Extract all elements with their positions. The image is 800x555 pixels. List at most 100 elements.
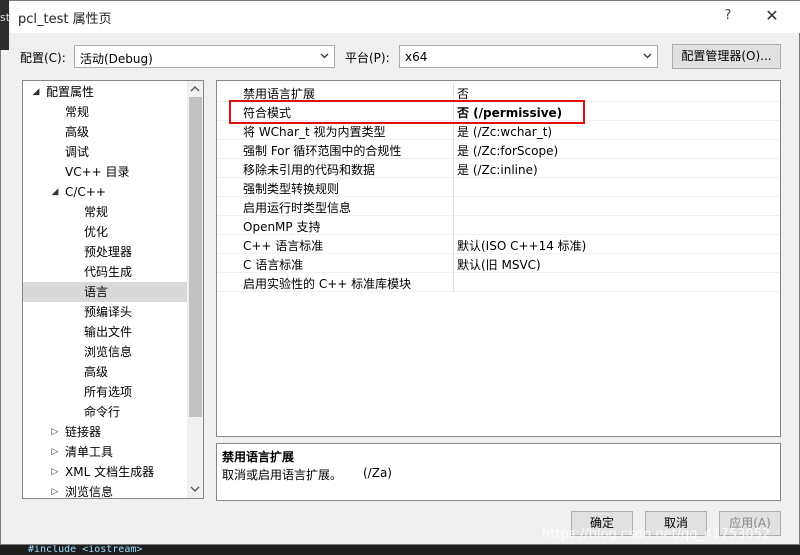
platform-label: 平台(P):	[345, 51, 390, 65]
property-name: C 语言标准	[243, 258, 304, 272]
collapsed-toggle-icon[interactable]: ▷	[49, 462, 61, 482]
tree-item[interactable]: 预处理器	[23, 242, 187, 262]
property-row[interactable]: C 语言标准 默认(旧 MSVC)	[217, 254, 780, 273]
tree-item-label: 调试	[65, 145, 90, 159]
tree-item-label: 预处理器	[84, 245, 133, 259]
property-value[interactable]: 默认(旧 MSVC)	[457, 256, 541, 273]
column-divider	[453, 273, 454, 292]
description-text: 取消或启用语言扩展。	[222, 468, 343, 482]
background-code-line: #include <iostream>	[0, 545, 800, 555]
config-manager-button[interactable]: 配置管理器(O)...	[672, 44, 781, 69]
tree-item-label: VC++ 目录	[65, 165, 130, 179]
description-panel: 禁用语言扩展 取消或启用语言扩展。 (/Za)	[216, 443, 781, 501]
row-divider	[217, 291, 780, 292]
tree-item[interactable]: 预编译头	[23, 302, 187, 322]
property-grid: 禁用语言扩展否符合模式否 (/permissive) 将 WChar_t 视为内置…	[216, 80, 781, 437]
tree-item-label: 命令行	[84, 405, 121, 419]
tree-item-label: C/C++	[65, 185, 106, 199]
property-row[interactable]: 启用实验性的 C++ 标准库模块	[217, 273, 780, 292]
window-title: pcl_test 属性页	[18, 12, 112, 27]
tree-item-label: 高级	[65, 125, 90, 139]
column-divider	[453, 254, 454, 273]
tree-item[interactable]: 命令行	[23, 402, 187, 422]
expanded-toggle-icon[interactable]: ◢	[30, 82, 42, 102]
config-dropdown[interactable]: 活动(Debug)	[74, 45, 335, 68]
property-row[interactable]: 强制 For 循环范围中的合规性 是 (/Zc:forScope)	[217, 140, 780, 159]
scroll-up-icon[interactable]	[190, 85, 200, 93]
column-divider	[453, 197, 454, 216]
property-row[interactable]: 移除未引用的代码和数据 是 (/Zc:inline)	[217, 159, 780, 178]
property-value[interactable]: 默认(ISO C++14 标准)	[457, 237, 586, 254]
property-name: 启用运行时类型信息	[243, 201, 352, 215]
column-divider	[453, 235, 454, 254]
tree-item[interactable]: 常规	[23, 202, 187, 222]
tree-item[interactable]: VC++ 目录	[23, 162, 187, 182]
watermark: https://blog.csdn.net/qq_41753052	[542, 527, 771, 542]
tree-item[interactable]: ▷ 链接器	[23, 422, 187, 442]
tree-item[interactable]: ◢ 配置属性	[23, 82, 187, 102]
tree-item[interactable]: ▷ 清单工具	[23, 442, 187, 462]
column-divider	[453, 159, 454, 178]
property-tree: ◢ 配置属性 常规 高级 调试 VC++ 目录 ◢ C/C++ 常规 优化 预处理器 代码生成 语言 预编…	[22, 80, 204, 499]
close-button[interactable]: ✕	[760, 6, 784, 26]
property-row[interactable]: 启用运行时类型信息	[217, 197, 780, 216]
tree-item[interactable]: 高级	[23, 122, 187, 142]
property-name: 移除未引用的代码和数据	[243, 163, 376, 177]
tree-item[interactable]: 调试	[23, 142, 187, 162]
tree-item[interactable]: ▷ XML 文档生成器	[23, 462, 187, 482]
property-name: OpenMP 支持	[243, 220, 321, 234]
tree-item[interactable]: ▷ 浏览信息	[23, 482, 187, 499]
property-name: C++ 语言标准	[243, 239, 324, 253]
property-row[interactable]: OpenMP 支持	[217, 216, 780, 235]
background-editor-edge: st	[0, 0, 9, 50]
property-value[interactable]: 是 (/Zc:inline)	[457, 161, 538, 178]
tree-item-label: 常规	[65, 105, 90, 119]
edge-text: st	[0, 11, 9, 24]
property-name: 强制 For 循环范围中的合规性	[243, 144, 402, 158]
expanded-toggle-icon[interactable]: ◢	[49, 182, 61, 202]
help-button[interactable]: ?	[718, 6, 738, 26]
tree-item[interactable]: 高级	[23, 362, 187, 382]
tree-item[interactable]: 优化	[23, 222, 187, 242]
tree-item-label: 高级	[84, 365, 109, 379]
tree-item-label: 输出文件	[84, 325, 133, 339]
property-value[interactable]: 是 (/Zc:forScope)	[457, 142, 558, 159]
tree-item[interactable]: 常规	[23, 102, 187, 122]
tree-scroll-thumb[interactable]	[189, 97, 202, 417]
tree-item[interactable]: 浏览信息	[23, 342, 187, 362]
platform-value: x64	[405, 50, 428, 64]
chevron-down-icon	[643, 53, 652, 59]
tree-item-label: 浏览信息	[65, 485, 114, 499]
platform-dropdown[interactable]: x64	[399, 45, 658, 68]
column-divider	[453, 178, 454, 197]
tree-item-label: 清单工具	[65, 445, 114, 459]
tree-item-label: 链接器	[65, 425, 102, 439]
tree-item-label: 浏览信息	[84, 345, 133, 359]
tree-item-label: 所有选项	[84, 385, 133, 399]
property-name: 将 WChar_t 视为内置类型	[243, 125, 386, 139]
property-row[interactable]: 强制类型转换规则	[217, 178, 780, 197]
tree-item[interactable]: 语言	[23, 282, 187, 302]
title-bar: pcl_test 属性页 ? ✕	[10, 1, 800, 33]
tree-item[interactable]: 代码生成	[23, 262, 187, 282]
tree-item[interactable]: 所有选项	[23, 382, 187, 402]
property-row[interactable]: C++ 语言标准 默认(ISO C++14 标准)	[217, 235, 780, 254]
column-divider	[453, 140, 454, 159]
config-label: 配置(C):	[20, 51, 66, 65]
chevron-down-icon	[320, 53, 329, 59]
collapsed-toggle-icon[interactable]: ▷	[49, 482, 61, 498]
collapsed-toggle-icon[interactable]: ▷	[49, 442, 61, 462]
tree-item-label: XML 文档生成器	[65, 465, 155, 479]
property-value[interactable]: 是 (/Zc:wchar_t)	[457, 123, 552, 140]
description-switch: (/Za)	[363, 466, 392, 480]
property-pages-dialog: pcl_test 属性页 ? ✕ 配置(C): 活动(Debug) 平台(P):…	[0, 0, 800, 545]
collapsed-toggle-icon[interactable]: ▷	[49, 422, 61, 442]
highlight-box	[229, 100, 585, 124]
tree-item-label: 预编译头	[84, 305, 133, 319]
tree-item[interactable]: 输出文件	[23, 322, 187, 342]
scroll-down-icon[interactable]	[190, 485, 200, 493]
tree-item[interactable]: ◢ C/C++	[23, 182, 187, 202]
code-text: #include <iostream>	[28, 545, 143, 555]
config-value: 活动(Debug)	[80, 52, 153, 66]
description-title: 禁用语言扩展	[222, 450, 295, 464]
